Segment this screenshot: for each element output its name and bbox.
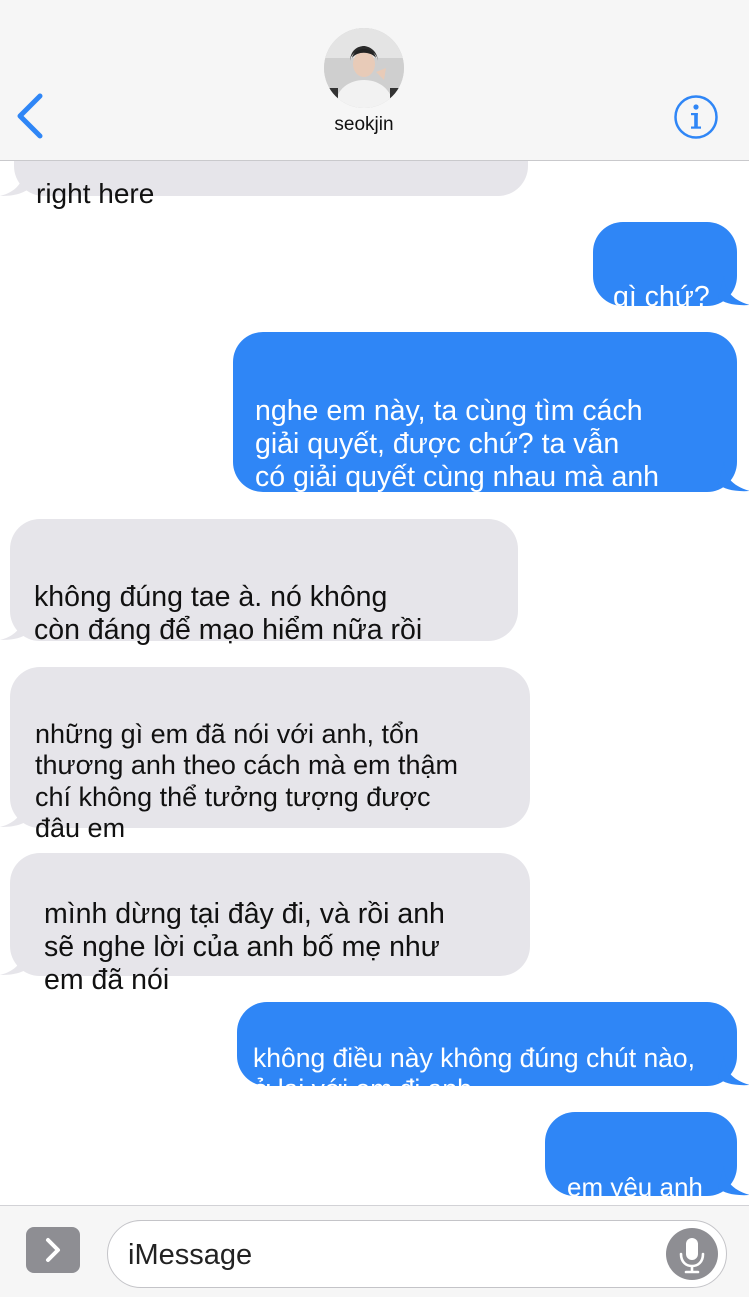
- message-outgoing[interactable]: không điều này không đúng chút nào, ở lạ…: [237, 1002, 737, 1104]
- apps-expand-button[interactable]: [26, 1227, 80, 1273]
- chevron-right-icon: [46, 1238, 60, 1262]
- message-text: những gì em đã nói với anh, tổn thương a…: [35, 718, 459, 844]
- message-text: mình dừng tại đây đi, và rồi anh sẽ nghe…: [44, 898, 445, 996]
- message-text: không đúng tae à. nó không còn đáng để m…: [34, 581, 423, 646]
- microphone-icon: [679, 1238, 705, 1274]
- message-text: nghe em này, ta cùng tìm cách giải quyết…: [255, 395, 660, 493]
- dictation-button[interactable]: [666, 1228, 718, 1280]
- info-icon: [674, 95, 718, 139]
- avatar[interactable]: [324, 28, 404, 108]
- bubble-tail: [0, 799, 30, 827]
- contact-name[interactable]: seokjin: [264, 114, 464, 136]
- message-outgoing[interactable]: em yêu anh: [545, 1112, 737, 1202]
- message-input-placeholder: iMessage: [128, 1239, 253, 1271]
- message-text: right here: [36, 178, 155, 209]
- message-incoming[interactable]: những gì em đã nói với anh, tổn thương a…: [10, 667, 530, 843]
- imessage-screen: right here gì chứ? nghe em này, ta cùng …: [0, 0, 749, 1297]
- bubble-tail: [0, 947, 30, 975]
- message-text: gì chứ?: [613, 281, 710, 313]
- bubble-tail: [718, 1056, 749, 1086]
- conversation-header: seokjin: [0, 0, 749, 161]
- info-button[interactable]: [673, 94, 719, 140]
- message-input[interactable]: iMessage: [107, 1220, 727, 1288]
- message-outgoing[interactable]: gì chứ?: [593, 222, 737, 313]
- back-button[interactable]: [14, 92, 48, 140]
- bubble-tail: [0, 612, 30, 640]
- message-outgoing[interactable]: nghe em này, ta cùng tìm cách giải quyết…: [233, 332, 737, 493]
- message-text: em yêu anh: [567, 1172, 703, 1202]
- avatar-photo: [324, 28, 404, 108]
- chevron-left-icon: [17, 93, 43, 139]
- message-text: không điều này không đúng chút nào, ở lạ…: [253, 1043, 696, 1104]
- bubble-tail: [718, 1166, 749, 1196]
- bubble-tail: [0, 168, 30, 196]
- bubble-tail: [718, 462, 749, 492]
- message-incoming[interactable]: không đúng tae à. nó không còn đáng để m…: [10, 519, 518, 646]
- message-incoming[interactable]: mình dừng tại đây đi, và rồi anh sẽ nghe…: [10, 853, 530, 996]
- bubble-tail: [718, 276, 749, 306]
- message-list[interactable]: right here gì chứ? nghe em này, ta cùng …: [0, 0, 749, 1205]
- compose-bar: iMessage: [0, 1205, 749, 1297]
